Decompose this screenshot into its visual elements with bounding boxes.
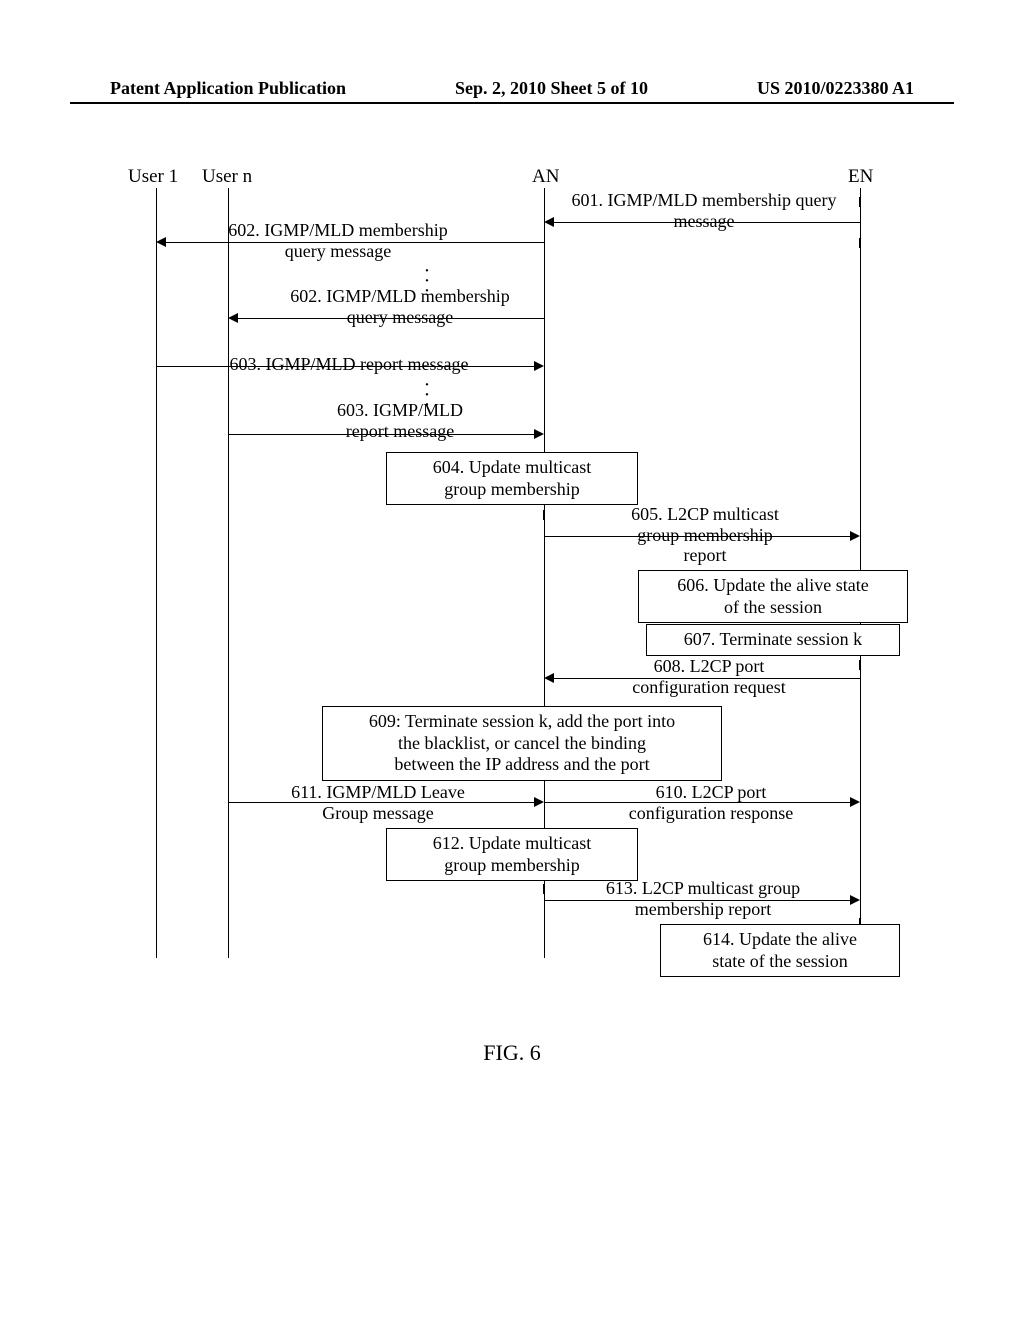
lifeline-usern	[228, 188, 229, 958]
actor-an: AN	[532, 166, 559, 188]
arrowhead-602a	[156, 237, 166, 247]
box-614: 614. Update the alivestate of the sessio…	[660, 924, 900, 977]
arrow-601	[554, 222, 860, 223]
msg-602b: 602. IGMP/MLD membership query message	[270, 286, 530, 327]
arrowhead-603a	[534, 361, 544, 371]
arrow-605	[544, 536, 850, 537]
arrow-608	[554, 678, 860, 679]
tick-608	[859, 660, 860, 670]
arrowhead-613	[850, 895, 860, 905]
msg-613: 613. L2CP multicast groupmembership repo…	[558, 878, 848, 919]
box-609: 609: Terminate session k, add the port i…	[322, 706, 722, 781]
msg-603b: 603. IGMP/MLDreport message	[280, 400, 520, 441]
header-right: US 2010/0223380 A1	[757, 78, 914, 99]
figure-label: FIG. 6	[0, 1040, 1024, 1066]
arrowhead-611	[534, 797, 544, 807]
header-left: Patent Application Publication	[110, 78, 346, 99]
arrow-613	[544, 900, 850, 901]
header-rule	[70, 102, 954, 104]
arrow-602a	[166, 242, 544, 243]
box-612: 612. Update multicastgroup membership	[386, 828, 638, 881]
arrow-611	[228, 802, 534, 803]
lifeline-user1	[156, 188, 157, 958]
actor-usern: User n	[202, 166, 252, 188]
arrow-610	[544, 802, 850, 803]
arrowhead-601	[544, 217, 554, 227]
arrowhead-602b	[228, 313, 238, 323]
tick-601a	[859, 197, 860, 207]
msg-608: 608. L2CP portconfiguration request	[584, 656, 834, 697]
actor-user1: User 1	[128, 166, 178, 188]
msg-602a: 602. IGMP/MLD membershipquery message	[178, 220, 498, 261]
box-604: 604. Update multicastgroup membership	[386, 452, 638, 505]
tick-605	[543, 510, 544, 520]
arrowhead-605	[850, 531, 860, 541]
header-center: Sep. 2, 2010 Sheet 5 of 10	[455, 78, 648, 99]
box-607: 607. Terminate session k	[646, 624, 900, 656]
actor-en: EN	[848, 166, 873, 188]
box-606: 606. Update the alive stateof the sessio…	[638, 570, 908, 623]
msg-603a: 603. IGMP/MLD report message	[164, 354, 534, 375]
sequence-diagram: User 1 User n AN EN 601. IGMP/MLD member…	[120, 166, 880, 958]
arrowhead-610	[850, 797, 860, 807]
arrowhead-608	[544, 673, 554, 683]
tick-601b	[859, 238, 860, 248]
arrow-602b	[238, 318, 544, 319]
arrowhead-603b	[534, 429, 544, 439]
arrow-603a	[156, 366, 534, 367]
msg-601: 601. IGMP/MLD membership query message	[564, 190, 844, 231]
arrow-603b	[228, 434, 534, 435]
tick-613a	[543, 884, 544, 894]
page-header: Patent Application Publication Sep. 2, 2…	[0, 78, 1024, 99]
